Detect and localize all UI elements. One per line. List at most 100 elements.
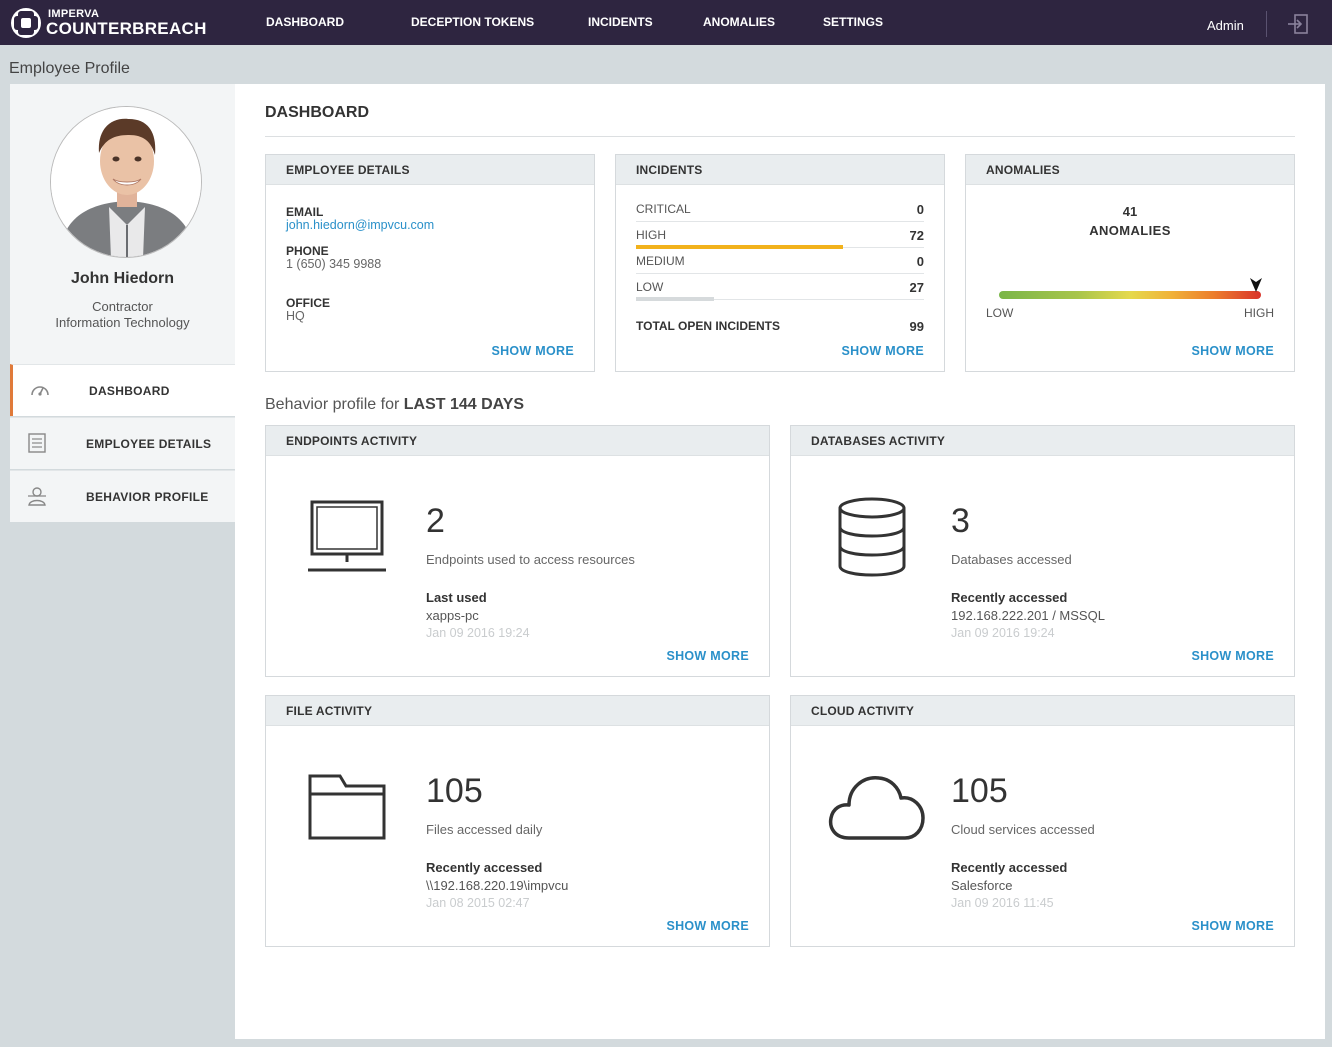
- incident-row-high[interactable]: HIGH 72: [636, 222, 924, 249]
- scale-low-label: LOW: [986, 306, 1014, 320]
- recently-accessed-label: Recently accessed: [951, 590, 1068, 605]
- scale-high-label: HIGH: [1244, 306, 1274, 320]
- last-used-value: xapps-pc: [426, 608, 479, 623]
- cloud-icon: [828, 776, 925, 840]
- total-count: 99: [909, 319, 924, 334]
- total-label: TOTAL OPEN INCIDENTS: [636, 319, 781, 333]
- incident-count: 0: [916, 254, 924, 269]
- databases-activity-card: DATABASES ACTIVITY 3 Databases accessed …: [790, 425, 1295, 677]
- show-more-button[interactable]: SHOW MORE: [1191, 649, 1274, 663]
- behavior-period: LAST 144 DAYS: [403, 396, 525, 413]
- profile-icon: [28, 487, 46, 506]
- recently-accessed-time: Jan 08 2015 02:47: [426, 896, 530, 910]
- card-title: FILE ACTIVITY: [266, 696, 769, 726]
- cloud-count: 105: [951, 772, 1008, 810]
- document-icon: [28, 433, 46, 453]
- show-more-button[interactable]: SHOW MORE: [666, 919, 749, 933]
- show-more-button[interactable]: SHOW MORE: [491, 344, 574, 358]
- top-navigation-bar: IMPERVA COUNTERBREACH DASHBOARD DECEPTIO…: [0, 0, 1332, 45]
- file-activity-card: FILE ACTIVITY 105 Files accessed daily R…: [265, 695, 770, 947]
- show-more-button[interactable]: SHOW MORE: [1191, 344, 1274, 358]
- sidebar-item-behavior-profile[interactable]: BEHAVIOR PROFILE: [10, 470, 235, 522]
- topbar-divider: [1266, 11, 1267, 37]
- card-title: ANOMALIES: [966, 155, 1294, 185]
- page-title: Employee Profile: [9, 60, 130, 77]
- employee-department: Information Technology: [55, 315, 190, 330]
- severity-marker-icon: [1249, 278, 1262, 292]
- incidents-card: INCIDENTS CRITICAL 0 HIGH 72 MEDIUM 0 LO…: [615, 154, 945, 372]
- last-used-label: Last used: [426, 590, 487, 605]
- file-count: 105: [426, 772, 483, 810]
- incident-level: HIGH: [636, 228, 666, 242]
- nav-dashboard[interactable]: DASHBOARD: [266, 15, 344, 29]
- admin-user-menu[interactable]: Admin: [1207, 18, 1244, 33]
- office-label: OFFICE: [286, 296, 330, 310]
- anomaly-severity-scale: [999, 291, 1261, 299]
- imperva-logo-icon: [11, 8, 41, 38]
- dashboard-title: DASHBOARD: [265, 104, 369, 121]
- main-content: DASHBOARD EMPLOYEE DETAILS EMAIL john.hi…: [235, 84, 1325, 1039]
- nav-settings[interactable]: SETTINGS: [823, 15, 883, 29]
- sidebar-item-dashboard[interactable]: DASHBOARD: [10, 364, 235, 416]
- recently-accessed-value: Salesforce: [951, 878, 1013, 893]
- database-count: 3: [951, 502, 970, 540]
- logo-big-text: COUNTERBREACH: [46, 19, 207, 38]
- email-label: EMAIL: [286, 205, 324, 219]
- incident-row-critical[interactable]: CRITICAL 0: [636, 196, 924, 222]
- folder-icon: [308, 774, 386, 840]
- incident-row-low[interactable]: LOW 27: [636, 274, 924, 301]
- nav-anomalies[interactable]: ANOMALIES: [703, 15, 775, 29]
- last-used-time: Jan 09 2016 19:24: [426, 626, 530, 640]
- card-title: INCIDENTS: [616, 155, 944, 185]
- behavior-prefix: Behavior profile for: [265, 396, 400, 413]
- title-divider: [265, 136, 1295, 137]
- card-title: DATABASES ACTIVITY: [791, 426, 1294, 456]
- imperva-logo[interactable]: IMPERVA COUNTERBREACH: [8, 4, 207, 42]
- avatar: [50, 106, 202, 258]
- card-title: EMPLOYEE DETAILS: [266, 155, 594, 185]
- sidebar-item-employee-details[interactable]: EMPLOYEE DETAILS: [10, 417, 235, 469]
- database-icon: [838, 497, 906, 577]
- database-description: Databases accessed: [951, 552, 1072, 567]
- logout-icon[interactable]: [1287, 14, 1309, 34]
- gauge-icon: [31, 386, 49, 396]
- laptop-icon: [308, 500, 386, 572]
- sidebar-item-label: BEHAVIOR PROFILE: [86, 490, 209, 504]
- card-title: CLOUD ACTIVITY: [791, 696, 1294, 726]
- office-value: HQ: [286, 309, 305, 323]
- employee-profile-card: John Hiedorn Contractor Information Tech…: [10, 84, 235, 364]
- recently-accessed-time: Jan 09 2016 19:24: [951, 626, 1055, 640]
- endpoints-activity-card: ENDPOINTS ACTIVITY 2 Endpoints used to a…: [265, 425, 770, 677]
- incident-level: LOW: [636, 280, 664, 294]
- phone-label: PHONE: [286, 244, 329, 258]
- anomaly-count: 41: [1122, 204, 1138, 219]
- sidebar-item-label: EMPLOYEE DETAILS: [86, 437, 212, 451]
- endpoint-description: Endpoints used to access resources: [426, 552, 635, 567]
- nav-incidents[interactable]: INCIDENTS: [588, 15, 653, 29]
- recently-accessed-label: Recently accessed: [426, 860, 543, 875]
- recently-accessed-value: 192.168.222.201 / MSSQL: [951, 608, 1105, 623]
- cloud-activity-card: CLOUD ACTIVITY 105 Cloud services access…: [790, 695, 1295, 947]
- incident-level: CRITICAL: [636, 202, 691, 216]
- recently-accessed-label: Recently accessed: [951, 860, 1068, 875]
- email-link[interactable]: john.hiedorn@impvcu.com: [286, 218, 434, 232]
- employee-name: John Hiedorn: [70, 270, 175, 287]
- show-more-button[interactable]: SHOW MORE: [666, 649, 749, 663]
- recently-accessed-value: \\192.168.220.19\impvcu: [426, 878, 569, 893]
- file-description: Files accessed daily: [426, 822, 543, 837]
- incident-count: 27: [909, 280, 924, 295]
- recently-accessed-time: Jan 09 2016 11:45: [951, 896, 1054, 910]
- incident-count: 0: [916, 202, 924, 217]
- incident-count: 72: [909, 228, 924, 243]
- incident-level: MEDIUM: [636, 254, 685, 268]
- anomalies-card: ANOMALIES 41 ANOMALIES LOW HIGH SHOW MOR…: [965, 154, 1295, 372]
- behavior-profile-heading: Behavior profile for LAST 144 DAYS: [265, 396, 524, 414]
- endpoint-count: 2: [426, 502, 445, 540]
- cloud-description: Cloud services accessed: [951, 822, 1095, 837]
- employee-role: Contractor: [92, 299, 153, 314]
- show-more-button[interactable]: SHOW MORE: [1191, 919, 1274, 933]
- employee-details-card: EMPLOYEE DETAILS EMAIL john.hiedorn@impv…: [265, 154, 595, 372]
- show-more-button[interactable]: SHOW MORE: [841, 344, 924, 358]
- incident-row-medium[interactable]: MEDIUM 0: [636, 248, 924, 274]
- nav-deception-tokens[interactable]: DECEPTION TOKENS: [411, 15, 534, 29]
